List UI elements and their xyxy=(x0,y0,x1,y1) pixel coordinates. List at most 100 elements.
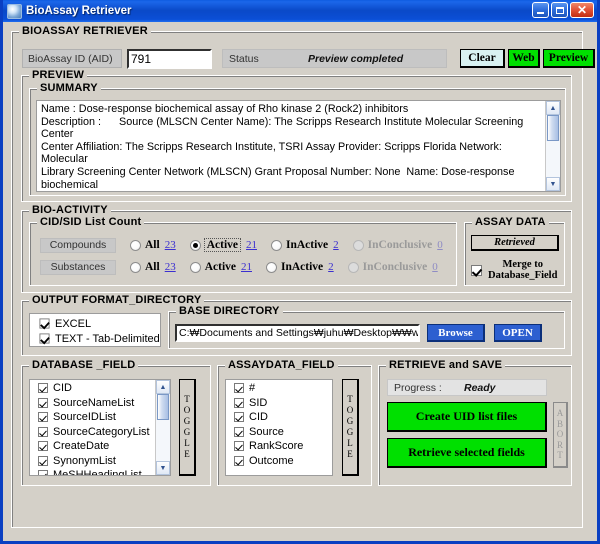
bio-activity-group-title: BIO-ACTIVITY xyxy=(29,204,111,216)
compounds-inactive-radio[interactable]: InActive 2 xyxy=(271,239,339,251)
substances-inactive-count[interactable]: 2 xyxy=(328,261,334,273)
list-item[interactable]: SourceCategoryList xyxy=(33,425,155,440)
list-item[interactable]: CID xyxy=(33,381,155,396)
assaydata-field-toggle-button[interactable]: T O G G L E xyxy=(342,379,359,476)
summary-textarea[interactable]: Name : Dose-response biochemical assay o… xyxy=(36,100,561,192)
substances-label: Substances xyxy=(40,259,116,275)
substances-active-label: Active xyxy=(204,261,236,273)
radio-icon xyxy=(271,239,282,251)
substances-inactive-radio[interactable]: InActive 2 xyxy=(266,261,334,273)
radio-icon xyxy=(352,239,364,251)
merge-to-database-field-checkbox[interactable]: Merge to Database_Field xyxy=(471,257,563,283)
checkbox-icon xyxy=(38,441,48,452)
checkbox-icon xyxy=(38,397,48,408)
compounds-row: Compounds All 23 Active 21 InActive 2 In… xyxy=(40,237,443,253)
scrollbar-track[interactable] xyxy=(546,141,560,177)
list-item[interactable]: CID xyxy=(229,410,332,425)
substances-all-count[interactable]: 23 xyxy=(165,261,176,273)
window-controls: ✕ xyxy=(532,2,594,18)
scroll-up-icon[interactable]: ▲ xyxy=(156,380,170,394)
toggle-label-g2: G xyxy=(346,427,354,437)
list-item[interactable]: SourceIDList xyxy=(33,410,155,425)
retrieve-selected-fields-button[interactable]: Retrieve selected fields xyxy=(387,438,547,468)
list-item[interactable]: Outcome xyxy=(229,454,332,469)
output-format-directory-group: OUTPUT FORMAT_DIRECTORY EXCEL TEXT - Tab… xyxy=(21,294,572,356)
checkbox-icon xyxy=(234,412,244,423)
toggle-label-e: E xyxy=(184,449,190,459)
retrieved-button[interactable]: Retrieved xyxy=(471,235,559,251)
list-item-label: SourceCategoryList xyxy=(53,425,150,438)
database-field-toggle-button[interactable]: T O G G L E xyxy=(179,379,196,476)
compounds-inactive-count[interactable]: 2 xyxy=(333,239,339,251)
scrollbar-thumb[interactable] xyxy=(547,115,559,141)
list-item-label: Outcome xyxy=(249,454,294,467)
list-item[interactable]: SourceNameList xyxy=(33,396,155,411)
toggle-label-l: L xyxy=(347,438,353,448)
list-item[interactable]: SID xyxy=(229,396,332,411)
maximize-button[interactable] xyxy=(551,2,568,18)
toggle-label-o: O xyxy=(183,405,191,415)
base-directory-input[interactable]: C:₩Documents and Settings₩juhu₩Desktop₩₩… xyxy=(175,324,420,342)
toggle-label-o: O xyxy=(346,405,354,415)
compounds-active-radio[interactable]: Active 21 xyxy=(189,238,257,252)
create-uid-list-files-button[interactable]: Create UID list files xyxy=(387,402,547,432)
progress-display: Progress : Ready xyxy=(387,379,547,396)
list-item[interactable]: RankScore xyxy=(229,439,332,454)
scrollbar-thumb[interactable] xyxy=(157,394,169,420)
scrollbar-track[interactable] xyxy=(156,420,170,461)
list-item[interactable]: Source xyxy=(229,425,332,440)
format-item-text[interactable]: TEXT - Tab-Delimited xyxy=(34,331,160,346)
checkbox-icon xyxy=(234,397,244,408)
database-field-scrollbar[interactable]: ▲ ▼ xyxy=(155,380,170,475)
minimize-button[interactable] xyxy=(532,2,549,18)
summary-scrollbar[interactable]: ▲ ▼ xyxy=(545,101,560,191)
merge-label-line1: Merge to xyxy=(502,258,543,270)
list-item[interactable]: MeSHHeadingList xyxy=(33,468,155,475)
clear-button[interactable]: Clear xyxy=(460,49,505,68)
retrieve-and-save-group: RETRIEVE and SAVE Progress : Ready Creat… xyxy=(378,359,572,486)
list-item-label: RankScore xyxy=(249,440,304,453)
web-button[interactable]: Web xyxy=(508,49,540,68)
merge-label-line2: Database_Field xyxy=(488,270,558,281)
assaydata-field-list[interactable]: # SID CID Source RankScore Outcome xyxy=(225,379,333,476)
assay-data-group: ASSAY DATA Retrieved Merge to Database_F… xyxy=(464,216,565,286)
checkbox-icon xyxy=(38,383,48,394)
status-label: Status xyxy=(229,52,259,65)
browse-button[interactable]: Browse xyxy=(427,324,485,342)
cid-sid-group-title: CID/SID List Count xyxy=(37,216,145,228)
base-directory-group: BASE DIRECTORY C:₩Documents and Settings… xyxy=(168,305,565,349)
substances-active-radio[interactable]: Active 21 xyxy=(189,261,252,273)
open-button[interactable]: OPEN xyxy=(494,324,542,342)
merge-label: Merge to Database_Field xyxy=(488,259,557,282)
compounds-all-radio[interactable]: All 23 xyxy=(130,239,176,251)
substances-active-count[interactable]: 21 xyxy=(241,261,252,273)
scroll-down-icon[interactable]: ▼ xyxy=(546,177,560,191)
list-item[interactable]: SynonymList xyxy=(33,454,155,469)
scroll-up-icon[interactable]: ▲ xyxy=(546,101,560,115)
format-list[interactable]: EXCEL TEXT - Tab-Delimited xyxy=(29,313,161,347)
summary-group-title: SUMMARY xyxy=(37,82,101,94)
scroll-down-icon[interactable]: ▼ xyxy=(156,461,170,475)
bioassay-retriever-group-title: BIOASSAY RETRIEVER xyxy=(19,25,151,37)
close-button[interactable]: ✕ xyxy=(570,2,594,18)
compounds-active-count[interactable]: 21 xyxy=(246,239,257,251)
substances-all-radio[interactable]: All 23 xyxy=(130,261,176,273)
list-item-label: SourceNameList xyxy=(53,396,135,409)
list-item-label: MeSHHeadingList xyxy=(53,469,142,475)
summary-group: SUMMARY Name : Dose-response biochemical… xyxy=(29,82,566,196)
database-field-list[interactable]: CID SourceNameList SourceIDList SourceCa… xyxy=(29,379,171,476)
compounds-all-count[interactable]: 23 xyxy=(165,239,176,251)
list-item-label: SynonymList xyxy=(53,454,116,467)
substances-inconclusive-radio: InConclusive 0 xyxy=(347,261,438,273)
radio-icon xyxy=(189,239,201,251)
checkbox-icon xyxy=(234,426,244,437)
substances-inactive-label: InActive xyxy=(281,261,324,273)
abort-button: A B O R T xyxy=(553,402,568,468)
aid-input[interactable]: 791 xyxy=(127,49,212,69)
list-item[interactable]: # xyxy=(229,381,332,396)
minimize-icon xyxy=(537,11,544,14)
preview-button[interactable]: Preview xyxy=(543,49,595,68)
format-item-excel[interactable]: EXCEL xyxy=(34,316,160,331)
list-item[interactable]: CreateDate xyxy=(33,439,155,454)
format-label-text: TEXT - Tab-Delimited xyxy=(55,332,160,345)
